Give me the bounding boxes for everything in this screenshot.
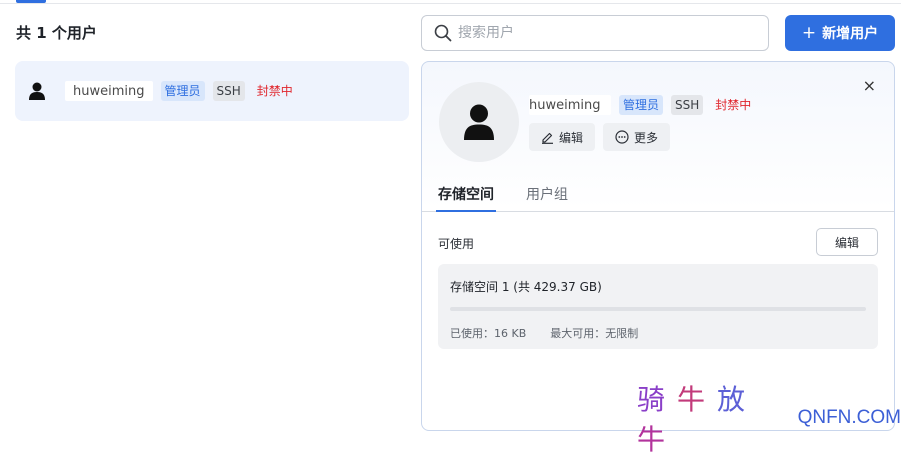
ssh-badge: SSH bbox=[212, 81, 245, 101]
search-icon bbox=[434, 24, 452, 42]
pencil-icon bbox=[542, 132, 553, 144]
more-button[interactable]: 更多 bbox=[603, 123, 671, 151]
admin-badge: 管理员 bbox=[160, 81, 205, 101]
storage-title: 存储空间 1 (共 429.37 GB) bbox=[450, 280, 602, 294]
watermark-cn: 骑牛放牛 bbox=[637, 378, 796, 458]
storage-used: 已使用：16 KB bbox=[450, 327, 527, 340]
storage-card: 存储空间 1 (共 429.37 GB) 已使用：16 KB 最大可用：无限制 bbox=[438, 264, 878, 349]
search-input[interactable] bbox=[458, 25, 748, 41]
banned-badge: 封禁中 bbox=[256, 84, 293, 98]
storage-progress-bar bbox=[450, 307, 866, 311]
storage-meta: 已使用：16 KB 最大可用：无限制 bbox=[450, 325, 866, 341]
watermark-char: 放 bbox=[717, 383, 758, 416]
ssh-badge: SSH bbox=[671, 95, 704, 115]
add-user-label: 新增用户 bbox=[822, 26, 879, 42]
detail-name-row: huweiming 管理员 SSH 封禁中 bbox=[529, 95, 755, 115]
admin-badge: 管理员 bbox=[619, 95, 664, 115]
close-icon[interactable]: × bbox=[863, 78, 876, 94]
more-label: 更多 bbox=[634, 130, 659, 145]
storage-max: 最大可用：无限制 bbox=[550, 327, 639, 340]
watermark-en: QNFN.COM bbox=[797, 407, 901, 428]
top-tab-indicator bbox=[16, 0, 46, 3]
banned-badge: 封禁中 bbox=[715, 98, 752, 112]
user-list-name: huweiming bbox=[65, 81, 153, 101]
user-icon bbox=[29, 82, 45, 100]
tab-user-groups[interactable]: 用户组 bbox=[526, 184, 568, 204]
top-tab-strip bbox=[0, 0, 901, 4]
edit-label: 编辑 bbox=[559, 130, 584, 145]
user-list-item[interactable]: huweiming 管理员 SSH 封禁中 bbox=[15, 61, 409, 121]
watermark-char: 骑 bbox=[637, 383, 678, 416]
available-label: 可使用 bbox=[438, 237, 475, 251]
user-count-title: 共 1 个用户 bbox=[16, 24, 97, 42]
add-user-button[interactable]: + 新增用户 bbox=[785, 15, 895, 51]
detail-actions: 编辑 更多 bbox=[529, 123, 678, 151]
user-icon bbox=[464, 104, 494, 140]
detail-tabs: 存储空间 用户组 bbox=[422, 172, 894, 212]
edit-storage-button[interactable]: 编辑 bbox=[816, 228, 878, 256]
detail-username: huweiming bbox=[529, 95, 611, 115]
watermark-char: 牛 bbox=[677, 383, 718, 416]
search-box[interactable] bbox=[421, 15, 769, 51]
tab-storage[interactable]: 存储空间 bbox=[436, 184, 496, 212]
ellipsis-circle-icon bbox=[615, 130, 629, 144]
avatar bbox=[439, 82, 519, 162]
plus-icon: + bbox=[801, 23, 817, 43]
watermark-logo: 骑牛放牛 QNFN.COM bbox=[637, 378, 901, 458]
user-detail-panel: × huweiming 管理员 SSH 封禁中 编辑 更多 存储空间 用户组 可… bbox=[421, 61, 895, 431]
watermark-char: 牛 bbox=[637, 423, 678, 456]
edit-user-button[interactable]: 编辑 bbox=[529, 123, 596, 151]
